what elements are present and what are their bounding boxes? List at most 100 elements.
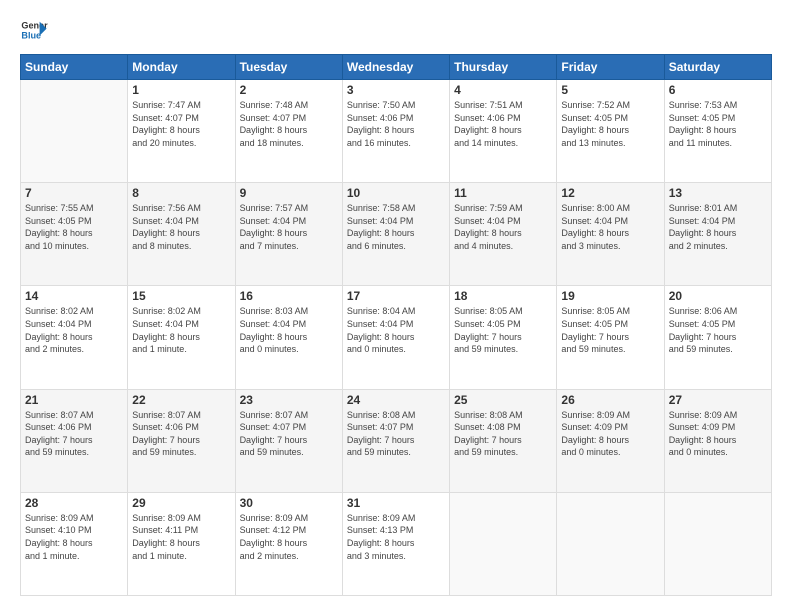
day-info: Sunrise: 8:01 AM Sunset: 4:04 PM Dayligh… <box>669 202 767 252</box>
calendar-cell: 24 Sunrise: 8:08 AM Sunset: 4:07 PM Dayli… <box>342 389 449 492</box>
day-info: Sunrise: 7:56 AM Sunset: 4:04 PM Dayligh… <box>132 202 230 252</box>
svg-text:Blue: Blue <box>21 30 41 40</box>
calendar-cell: 16Sunrise: 8:03 AM Sunset: 4:04 PM Dayli… <box>235 286 342 389</box>
day-number: 31 <box>347 496 445 510</box>
day-info: Sunrise: 7:55 AM Sunset: 4:05 PM Dayligh… <box>25 202 123 252</box>
day-info: Sunrise: 8:03 AM Sunset: 4:04 PM Dayligh… <box>240 305 338 355</box>
day-info: Sunrise: 8:07 AM Sunset: 4:06 PM Dayligh… <box>25 409 123 459</box>
calendar-cell <box>450 492 557 595</box>
calendar-cell: 2Sunrise: 7:48 AM Sunset: 4:07 PM Daylig… <box>235 80 342 183</box>
day-info: Sunrise: 8:02 AM Sunset: 4:04 PM Dayligh… <box>132 305 230 355</box>
day-number: 25 <box>454 393 552 407</box>
weekday-header-tuesday: Tuesday <box>235 55 342 80</box>
calendar-cell: 3 Sunrise: 7:50 AM Sunset: 4:06 PM Daylig… <box>342 80 449 183</box>
day-number: 8 <box>132 186 230 200</box>
day-info: Sunrise: 8:06 AM Sunset: 4:05 PM Dayligh… <box>669 305 767 355</box>
calendar-cell <box>557 492 664 595</box>
day-info: Sunrise: 7:51 AM Sunset: 4:06 PM Dayligh… <box>454 99 552 149</box>
day-info: Sunrise: 8:05 AM Sunset: 4:05 PM Dayligh… <box>454 305 552 355</box>
day-info: Sunrise: 8:08 AM Sunset: 4:07 PM Dayligh… <box>347 409 445 459</box>
calendar-cell: 23 Sunrise: 8:07 AM Sunset: 4:07 PM Dayli… <box>235 389 342 492</box>
day-info: Sunrise: 8:07 AM Sunset: 4:06 PM Dayligh… <box>132 409 230 459</box>
day-info: Sunrise: 8:04 AM Sunset: 4:04 PM Dayligh… <box>347 305 445 355</box>
day-info: Sunrise: 7:58 AM Sunset: 4:04 PM Dayligh… <box>347 202 445 252</box>
calendar-cell: 29Sunrise: 8:09 AM Sunset: 4:11 PM Dayli… <box>128 492 235 595</box>
header: General Blue <box>20 16 772 44</box>
day-info: Sunrise: 8:09 AM Sunset: 4:09 PM Dayligh… <box>561 409 659 459</box>
calendar-cell: 30Sunrise: 8:09 AM Sunset: 4:12 PM Dayli… <box>235 492 342 595</box>
day-info: Sunrise: 7:47 AM Sunset: 4:07 PM Dayligh… <box>132 99 230 149</box>
page: General Blue SundayMondayTuesdayWednesda… <box>0 0 792 612</box>
calendar-cell: 15 Sunrise: 8:02 AM Sunset: 4:04 PM Dayli… <box>128 286 235 389</box>
logo-icon: General Blue <box>20 16 48 44</box>
calendar-cell: 17 Sunrise: 8:04 AM Sunset: 4:04 PM Dayli… <box>342 286 449 389</box>
day-info: Sunrise: 8:02 AM Sunset: 4:04 PM Dayligh… <box>25 305 123 355</box>
day-number: 3 <box>347 83 445 97</box>
day-number: 13 <box>669 186 767 200</box>
logo: General Blue <box>20 16 48 44</box>
day-number: 19 <box>561 289 659 303</box>
day-number: 11 <box>454 186 552 200</box>
calendar-cell: 20 Sunrise: 8:06 AM Sunset: 4:05 PM Dayli… <box>664 286 771 389</box>
day-info: Sunrise: 7:57 AM Sunset: 4:04 PM Dayligh… <box>240 202 338 252</box>
weekday-header-friday: Friday <box>557 55 664 80</box>
day-info: Sunrise: 8:08 AM Sunset: 4:08 PM Dayligh… <box>454 409 552 459</box>
weekday-header-thursday: Thursday <box>450 55 557 80</box>
calendar-cell: 13 Sunrise: 8:01 AM Sunset: 4:04 PM Dayli… <box>664 183 771 286</box>
weekday-header-row: SundayMondayTuesdayWednesdayThursdayFrid… <box>21 55 772 80</box>
calendar-cell: 7 Sunrise: 7:55 AM Sunset: 4:05 PM Daylig… <box>21 183 128 286</box>
day-number: 5 <box>561 83 659 97</box>
calendar-cell: 6Sunrise: 7:53 AM Sunset: 4:05 PM Daylig… <box>664 80 771 183</box>
calendar-cell: 27 Sunrise: 8:09 AM Sunset: 4:09 PM Dayli… <box>664 389 771 492</box>
day-info: Sunrise: 8:05 AM Sunset: 4:05 PM Dayligh… <box>561 305 659 355</box>
day-number: 10 <box>347 186 445 200</box>
calendar-week-row: 7 Sunrise: 7:55 AM Sunset: 4:05 PM Daylig… <box>21 183 772 286</box>
weekday-header-monday: Monday <box>128 55 235 80</box>
calendar-cell: 12Sunrise: 8:00 AM Sunset: 4:04 PM Dayli… <box>557 183 664 286</box>
day-info: Sunrise: 7:48 AM Sunset: 4:07 PM Dayligh… <box>240 99 338 149</box>
day-info: Sunrise: 7:52 AM Sunset: 4:05 PM Dayligh… <box>561 99 659 149</box>
calendar-cell: 14 Sunrise: 8:02 AM Sunset: 4:04 PM Dayli… <box>21 286 128 389</box>
calendar-cell: 1Sunrise: 7:47 AM Sunset: 4:07 PM Daylig… <box>128 80 235 183</box>
day-info: Sunrise: 8:07 AM Sunset: 4:07 PM Dayligh… <box>240 409 338 459</box>
weekday-header-wednesday: Wednesday <box>342 55 449 80</box>
day-number: 23 <box>240 393 338 407</box>
calendar-cell: 4Sunrise: 7:51 AM Sunset: 4:06 PM Daylig… <box>450 80 557 183</box>
day-number: 15 <box>132 289 230 303</box>
day-info: Sunrise: 7:59 AM Sunset: 4:04 PM Dayligh… <box>454 202 552 252</box>
calendar-cell: 25 Sunrise: 8:08 AM Sunset: 4:08 PM Dayli… <box>450 389 557 492</box>
calendar-week-row: 21Sunrise: 8:07 AM Sunset: 4:06 PM Dayli… <box>21 389 772 492</box>
day-number: 30 <box>240 496 338 510</box>
day-info: Sunrise: 8:09 AM Sunset: 4:10 PM Dayligh… <box>25 512 123 562</box>
day-info: Sunrise: 8:09 AM Sunset: 4:13 PM Dayligh… <box>347 512 445 562</box>
day-info: Sunrise: 7:50 AM Sunset: 4:06 PM Dayligh… <box>347 99 445 149</box>
day-number: 29 <box>132 496 230 510</box>
calendar-cell: 10 Sunrise: 7:58 AM Sunset: 4:04 PM Dayli… <box>342 183 449 286</box>
day-number: 24 <box>347 393 445 407</box>
calendar-cell: 31 Sunrise: 8:09 AM Sunset: 4:13 PM Dayli… <box>342 492 449 595</box>
day-info: Sunrise: 8:00 AM Sunset: 4:04 PM Dayligh… <box>561 202 659 252</box>
day-number: 17 <box>347 289 445 303</box>
calendar-cell: 11 Sunrise: 7:59 AM Sunset: 4:04 PM Dayli… <box>450 183 557 286</box>
calendar-cell <box>21 80 128 183</box>
calendar-week-row: 28Sunrise: 8:09 AM Sunset: 4:10 PM Dayli… <box>21 492 772 595</box>
calendar-cell: 18Sunrise: 8:05 AM Sunset: 4:05 PM Dayli… <box>450 286 557 389</box>
day-number: 9 <box>240 186 338 200</box>
calendar-cell: 28Sunrise: 8:09 AM Sunset: 4:10 PM Dayli… <box>21 492 128 595</box>
day-number: 26 <box>561 393 659 407</box>
weekday-header-saturday: Saturday <box>664 55 771 80</box>
weekday-header-sunday: Sunday <box>21 55 128 80</box>
day-number: 20 <box>669 289 767 303</box>
day-number: 27 <box>669 393 767 407</box>
day-number: 7 <box>25 186 123 200</box>
day-number: 22 <box>132 393 230 407</box>
day-number: 14 <box>25 289 123 303</box>
calendar-cell: 21Sunrise: 8:07 AM Sunset: 4:06 PM Dayli… <box>21 389 128 492</box>
day-info: Sunrise: 8:09 AM Sunset: 4:09 PM Dayligh… <box>669 409 767 459</box>
calendar-cell: 9 Sunrise: 7:57 AM Sunset: 4:04 PM Daylig… <box>235 183 342 286</box>
calendar-cell: 19 Sunrise: 8:05 AM Sunset: 4:05 PM Dayli… <box>557 286 664 389</box>
calendar-week-row: 14 Sunrise: 8:02 AM Sunset: 4:04 PM Dayli… <box>21 286 772 389</box>
day-number: 6 <box>669 83 767 97</box>
calendar-table: SundayMondayTuesdayWednesdayThursdayFrid… <box>20 54 772 596</box>
calendar-cell <box>664 492 771 595</box>
